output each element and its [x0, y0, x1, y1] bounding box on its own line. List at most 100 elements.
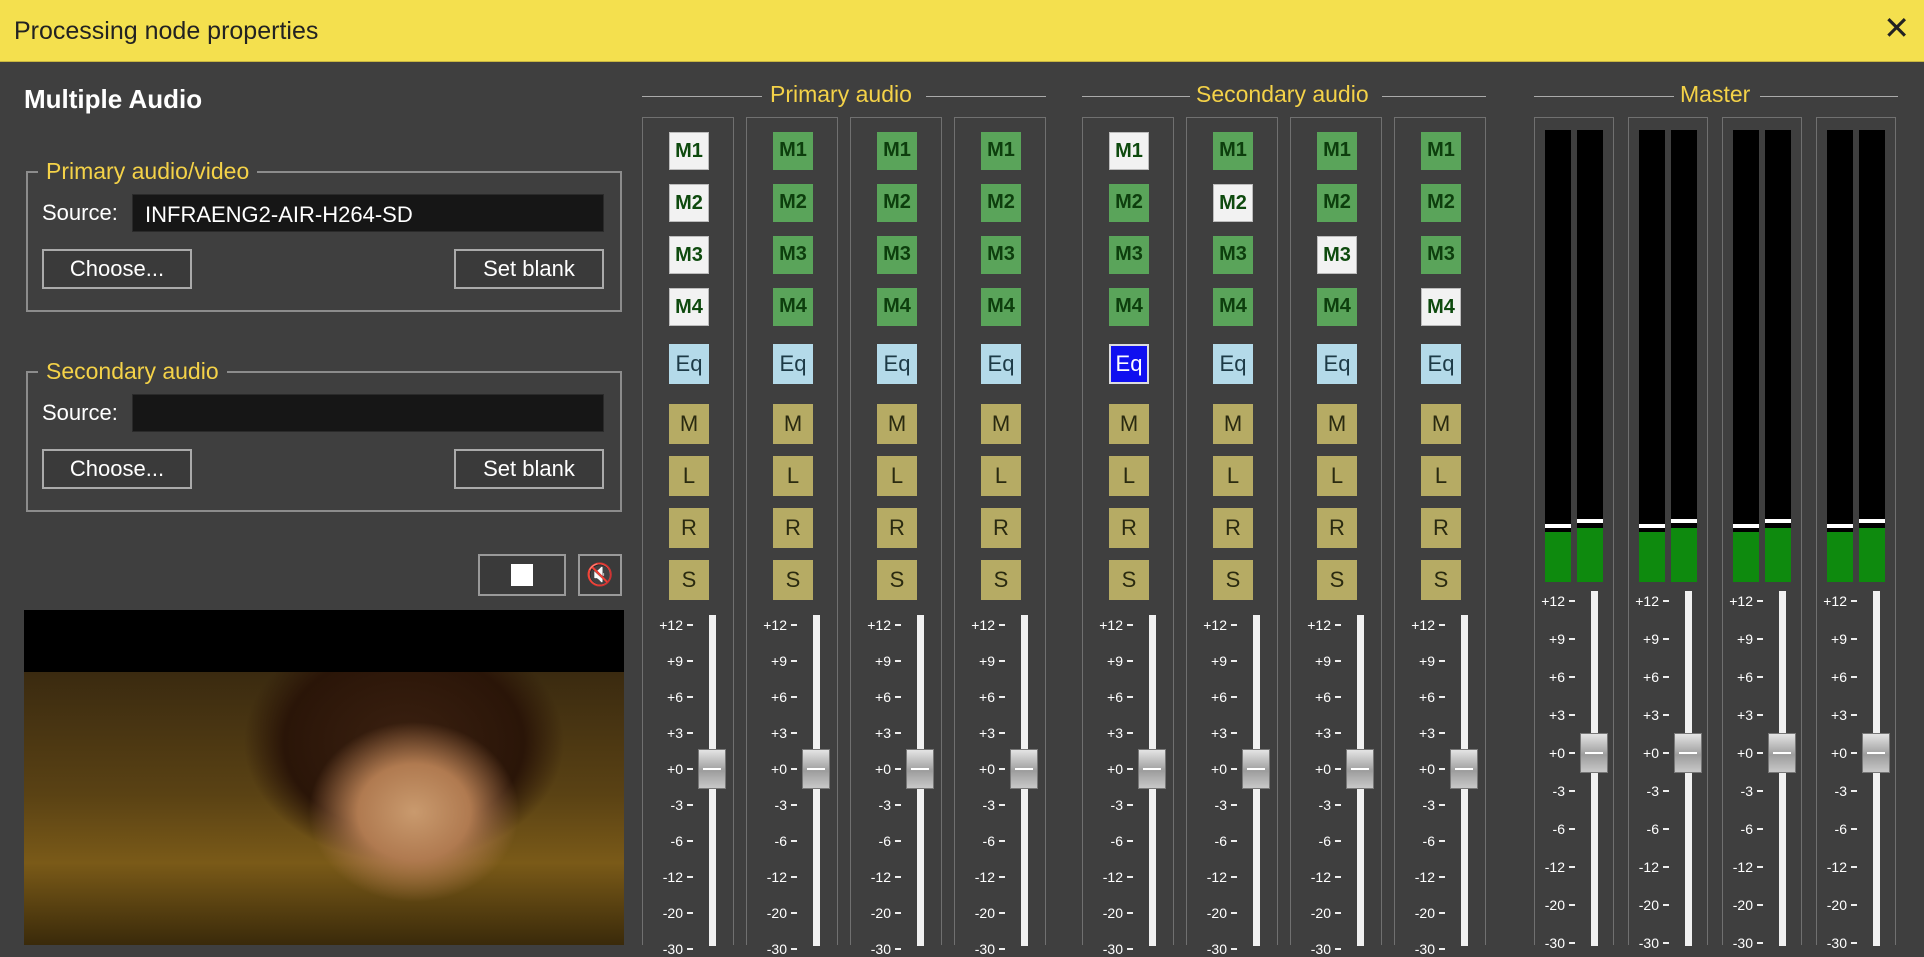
mute-button[interactable]: M [669, 404, 709, 444]
scale-tick-label: -6 [1740, 821, 1753, 837]
matrix-button-m2[interactable]: M2 [773, 184, 813, 222]
master-fader-thumb[interactable] [1768, 733, 1796, 773]
right-button[interactable]: R [1213, 508, 1253, 548]
solo-button[interactable]: S [1213, 560, 1253, 600]
level-meter-peak [1765, 519, 1791, 523]
matrix-button-m4[interactable]: M4 [1317, 288, 1357, 326]
fader-thumb[interactable] [906, 749, 934, 789]
matrix-button-m4[interactable]: M4 [773, 288, 813, 326]
solo-button[interactable]: S [877, 560, 917, 600]
solo-button[interactable]: S [1317, 560, 1357, 600]
left-button[interactable]: L [1213, 456, 1253, 496]
matrix-button-m4[interactable]: M4 [669, 288, 709, 326]
matrix-button-m2[interactable]: M2 [877, 184, 917, 222]
primary-set-blank-button[interactable]: Set blank [454, 249, 604, 289]
solo-button[interactable]: S [981, 560, 1021, 600]
primary-source-field[interactable]: INFRAENG2-AIR-H264-SD [132, 194, 604, 232]
matrix-button-m2[interactable]: M2 [1213, 184, 1253, 222]
fader-thumb[interactable] [1242, 749, 1270, 789]
matrix-button-m3[interactable]: M3 [1421, 236, 1461, 274]
scale-tick-mark [791, 804, 797, 806]
master-fader-thumb[interactable] [1862, 733, 1890, 773]
matrix-button-m3[interactable]: M3 [1213, 236, 1253, 274]
mute-button[interactable]: M [1421, 404, 1461, 444]
matrix-button-m4[interactable]: M4 [1421, 288, 1461, 326]
close-icon[interactable]: ✕ [1883, 12, 1910, 44]
matrix-button-m4[interactable]: M4 [1109, 288, 1149, 326]
mute-toggle-button[interactable]: 🔇 [578, 554, 622, 596]
stop-button[interactable] [478, 554, 566, 596]
mute-button[interactable]: M [1213, 404, 1253, 444]
channel-strip-4: M1 M2 M3 M4 Eq M L R S +12 +9 +6 +3 +0 -3 -6 -12 -20 -30 [954, 117, 1046, 957]
eq-button[interactable]: Eq [1421, 344, 1461, 384]
matrix-button-m1[interactable]: M1 [877, 132, 917, 170]
primary-choose-button[interactable]: Choose... [42, 249, 192, 289]
fader-thumb[interactable] [698, 749, 726, 789]
mute-button[interactable]: M [877, 404, 917, 444]
matrix-button-m1[interactable]: M1 [1421, 132, 1461, 170]
right-button[interactable]: R [1317, 508, 1357, 548]
eq-button[interactable]: Eq [877, 344, 917, 384]
matrix-button-m2[interactable]: M2 [981, 184, 1021, 222]
right-button[interactable]: R [669, 508, 709, 548]
fader-thumb[interactable] [1138, 749, 1166, 789]
left-button[interactable]: L [1317, 456, 1357, 496]
left-button[interactable]: L [877, 456, 917, 496]
matrix-button-m2[interactable]: M2 [1317, 184, 1357, 222]
mute-button[interactable]: M [1109, 404, 1149, 444]
right-button[interactable]: R [981, 508, 1021, 548]
matrix-button-m3[interactable]: M3 [773, 236, 813, 274]
left-button[interactable]: L [773, 456, 813, 496]
secondary-choose-button[interactable]: Choose... [42, 449, 192, 489]
matrix-button-m3[interactable]: M3 [1109, 236, 1149, 274]
right-button[interactable]: R [1421, 508, 1461, 548]
scale-tick-mark [1757, 866, 1763, 868]
eq-button[interactable]: Eq [1109, 344, 1149, 384]
eq-button[interactable]: Eq [669, 344, 709, 384]
mute-button[interactable]: M [1317, 404, 1357, 444]
left-button[interactable]: L [1421, 456, 1461, 496]
matrix-button-m3[interactable]: M3 [877, 236, 917, 274]
matrix-button-m1[interactable]: M1 [981, 132, 1021, 170]
matrix-button-m3[interactable]: M3 [1317, 236, 1357, 274]
scale-tick-label: -12 [662, 869, 683, 885]
matrix-button-m2[interactable]: M2 [1109, 184, 1149, 222]
matrix-button-m1[interactable]: M1 [1317, 132, 1357, 170]
solo-button[interactable]: S [1421, 560, 1461, 600]
fader-thumb[interactable] [1450, 749, 1478, 789]
matrix-button-m2[interactable]: M2 [669, 184, 709, 222]
matrix-button-m2[interactable]: M2 [1421, 184, 1461, 222]
matrix-button-m3[interactable]: M3 [981, 236, 1021, 274]
left-button[interactable]: L [669, 456, 709, 496]
secondary-source-field[interactable] [132, 394, 604, 432]
left-button[interactable]: L [981, 456, 1021, 496]
fader-thumb[interactable] [802, 749, 830, 789]
solo-button[interactable]: S [773, 560, 813, 600]
secondary-set-blank-button[interactable]: Set blank [454, 449, 604, 489]
left-button[interactable]: L [1109, 456, 1149, 496]
mute-button[interactable]: M [981, 404, 1021, 444]
solo-button[interactable]: S [1109, 560, 1149, 600]
matrix-button-m3[interactable]: M3 [669, 236, 709, 274]
right-button[interactable]: R [877, 508, 917, 548]
eq-button[interactable]: Eq [981, 344, 1021, 384]
eq-button[interactable]: Eq [1213, 344, 1253, 384]
right-button[interactable]: R [773, 508, 813, 548]
master-fader-thumb[interactable] [1674, 733, 1702, 773]
master-fader-thumb[interactable] [1580, 733, 1608, 773]
eq-button[interactable]: Eq [773, 344, 813, 384]
matrix-button-m1[interactable]: M1 [1213, 132, 1253, 170]
mute-button[interactable]: M [773, 404, 813, 444]
matrix-button-m4[interactable]: M4 [1213, 288, 1253, 326]
fader-thumb[interactable] [1346, 749, 1374, 789]
matrix-button-m4[interactable]: M4 [877, 288, 917, 326]
solo-button[interactable]: S [669, 560, 709, 600]
eq-button[interactable]: Eq [1317, 344, 1357, 384]
matrix-button-m1[interactable]: M1 [773, 132, 813, 170]
right-button[interactable]: R [1109, 508, 1149, 548]
matrix-button-m1[interactable]: M1 [669, 132, 709, 170]
matrix-button-m1[interactable]: M1 [1109, 132, 1149, 170]
fader-thumb[interactable] [1010, 749, 1038, 789]
scale-tick-label: +0 [1643, 745, 1659, 761]
matrix-button-m4[interactable]: M4 [981, 288, 1021, 326]
